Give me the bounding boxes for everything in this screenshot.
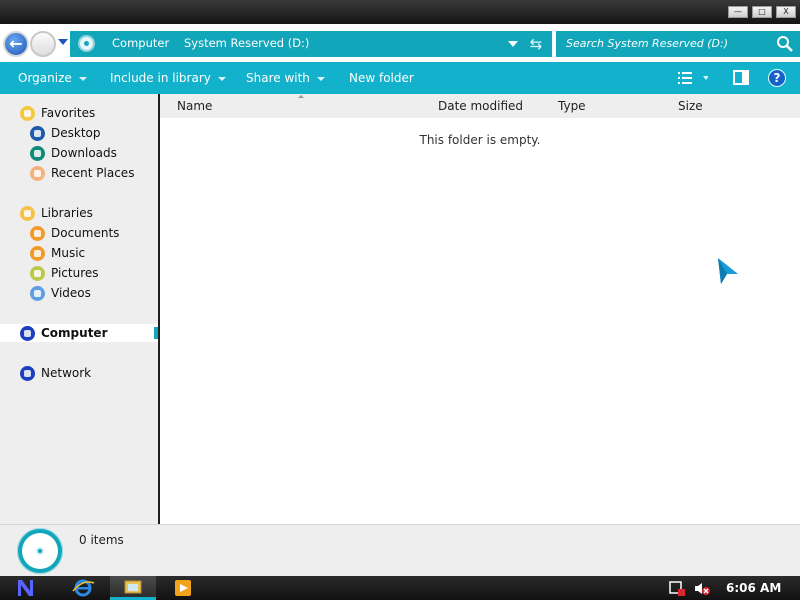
back-button[interactable]: ← xyxy=(3,31,29,57)
sidebar-item-label: Desktop xyxy=(51,126,101,140)
pictures-icon xyxy=(30,265,45,281)
sidebar-item-favorites[interactable]: Favorites xyxy=(20,104,95,122)
column-date-modified[interactable]: Date modified xyxy=(438,99,523,113)
sidebar-item-pictures[interactable]: Pictures xyxy=(30,264,99,282)
videos-icon xyxy=(30,285,45,301)
breadcrumb[interactable]: Computer System Reserved (D:) ⇆ xyxy=(70,31,552,57)
sidebar-item-recent-places[interactable]: Recent Places xyxy=(30,164,134,182)
sidebar-item-label: Favorites xyxy=(41,106,96,120)
sidebar-item-label: Documents xyxy=(51,226,120,240)
chevron-down-icon xyxy=(316,76,325,81)
column-type[interactable]: Type xyxy=(558,99,586,113)
minimize-button[interactable]: — xyxy=(728,6,748,18)
file-list[interactable]: Name Date modified Type Size This folder… xyxy=(160,94,800,524)
include-in-library-menu[interactable]: Include in library xyxy=(110,71,226,85)
sidebar-item-label: Computer xyxy=(41,326,108,340)
column-header: Name Date modified Type Size xyxy=(160,94,800,118)
maximize-button[interactable]: □ xyxy=(752,6,772,18)
items-count: 0 items xyxy=(79,533,124,547)
internet-explorer-icon[interactable] xyxy=(60,576,106,600)
chevron-down-icon xyxy=(78,76,87,81)
sidebar-item-libraries[interactable]: Libraries xyxy=(20,204,93,222)
sidebar-item-label: Videos xyxy=(51,286,91,300)
sidebar-item-label: Recent Places xyxy=(51,166,135,180)
downloads-icon xyxy=(30,145,45,161)
change-view-icon[interactable] xyxy=(678,71,708,85)
sidebar-item-downloads[interactable]: Downloads xyxy=(30,144,117,162)
sidebar-item-music[interactable]: Music xyxy=(30,244,85,262)
breadcrumb-system-reserved[interactable]: System Reserved (D:) xyxy=(184,36,309,50)
organize-label: Organize xyxy=(18,71,72,85)
recent-pages-dropdown-icon[interactable] xyxy=(58,39,68,45)
share-with-menu[interactable]: Share with xyxy=(246,71,325,85)
command-bar: Organize Include in library Share with N… xyxy=(0,62,800,94)
details-pane: 0 items xyxy=(0,524,800,576)
share-with-label: Share with xyxy=(246,71,310,85)
desktop-icon xyxy=(30,125,45,141)
documents-icon xyxy=(30,225,45,241)
close-button[interactable]: X xyxy=(776,6,796,18)
column-name[interactable]: Name xyxy=(177,99,212,113)
sidebar-item-network[interactable]: Network xyxy=(20,364,91,382)
music-icon xyxy=(30,245,45,261)
column-size[interactable]: Size xyxy=(678,99,703,113)
folder-icon xyxy=(124,580,142,594)
preview-pane-icon[interactable] xyxy=(733,70,749,85)
file-explorer-taskbar-button[interactable] xyxy=(110,576,156,600)
window-controls: — □ X xyxy=(728,6,796,18)
sidebar-item-label: Libraries xyxy=(41,206,93,220)
search-placeholder: Search System Reserved (D:) xyxy=(566,37,728,50)
sidebar-item-label: Pictures xyxy=(51,266,99,280)
sort-ascending-icon xyxy=(298,95,304,98)
breadcrumb-computer[interactable]: Computer xyxy=(112,36,169,50)
address-dropdown-icon[interactable] xyxy=(508,41,518,47)
search-input[interactable]: Search System Reserved (D:) xyxy=(556,31,800,57)
forward-button[interactable] xyxy=(30,31,56,57)
drive-disc-icon xyxy=(17,528,63,574)
mouse-cursor-icon xyxy=(718,258,738,284)
new-folder-button[interactable]: New folder xyxy=(349,71,414,85)
sidebar-item-label: Music xyxy=(51,246,86,260)
sidebar-item-videos[interactable]: Videos xyxy=(30,284,91,302)
computer-icon xyxy=(20,325,35,341)
navigation-pane: Favorites Desktop Downloads Recent Place… xyxy=(0,94,158,524)
include-in-library-label: Include in library xyxy=(110,71,211,85)
drive-icon xyxy=(78,35,95,52)
search-icon[interactable] xyxy=(776,35,794,53)
start-button-icon[interactable] xyxy=(6,576,46,600)
taskbar-clock[interactable]: 6:06 AM xyxy=(726,581,781,595)
sidebar-item-label: Downloads xyxy=(51,146,117,160)
organize-menu[interactable]: Organize xyxy=(18,71,87,85)
star-icon xyxy=(20,105,35,121)
sidebar-item-computer[interactable]: Computer xyxy=(20,324,107,342)
title-bar: — □ X xyxy=(0,0,800,24)
recent-places-icon xyxy=(30,165,45,181)
network-icon xyxy=(20,365,35,381)
volume-muted-icon[interactable] xyxy=(694,581,710,596)
refresh-icon[interactable]: ⇆ xyxy=(526,34,546,54)
sidebar-item-desktop[interactable]: Desktop xyxy=(30,124,101,142)
help-icon[interactable]: ? xyxy=(768,69,786,87)
sidebar-item-label: Network xyxy=(41,366,92,380)
empty-folder-message: This folder is empty. xyxy=(419,133,541,147)
taskbar: 6:06 AM xyxy=(0,576,800,600)
action-center-icon[interactable] xyxy=(669,581,685,596)
address-bar: ← Computer System Reserved (D:) ⇆ Search… xyxy=(0,24,800,62)
media-player-icon[interactable] xyxy=(160,576,206,600)
chevron-down-icon xyxy=(217,76,226,81)
libraries-icon xyxy=(20,205,35,221)
sidebar-item-documents[interactable]: Documents xyxy=(30,224,119,242)
